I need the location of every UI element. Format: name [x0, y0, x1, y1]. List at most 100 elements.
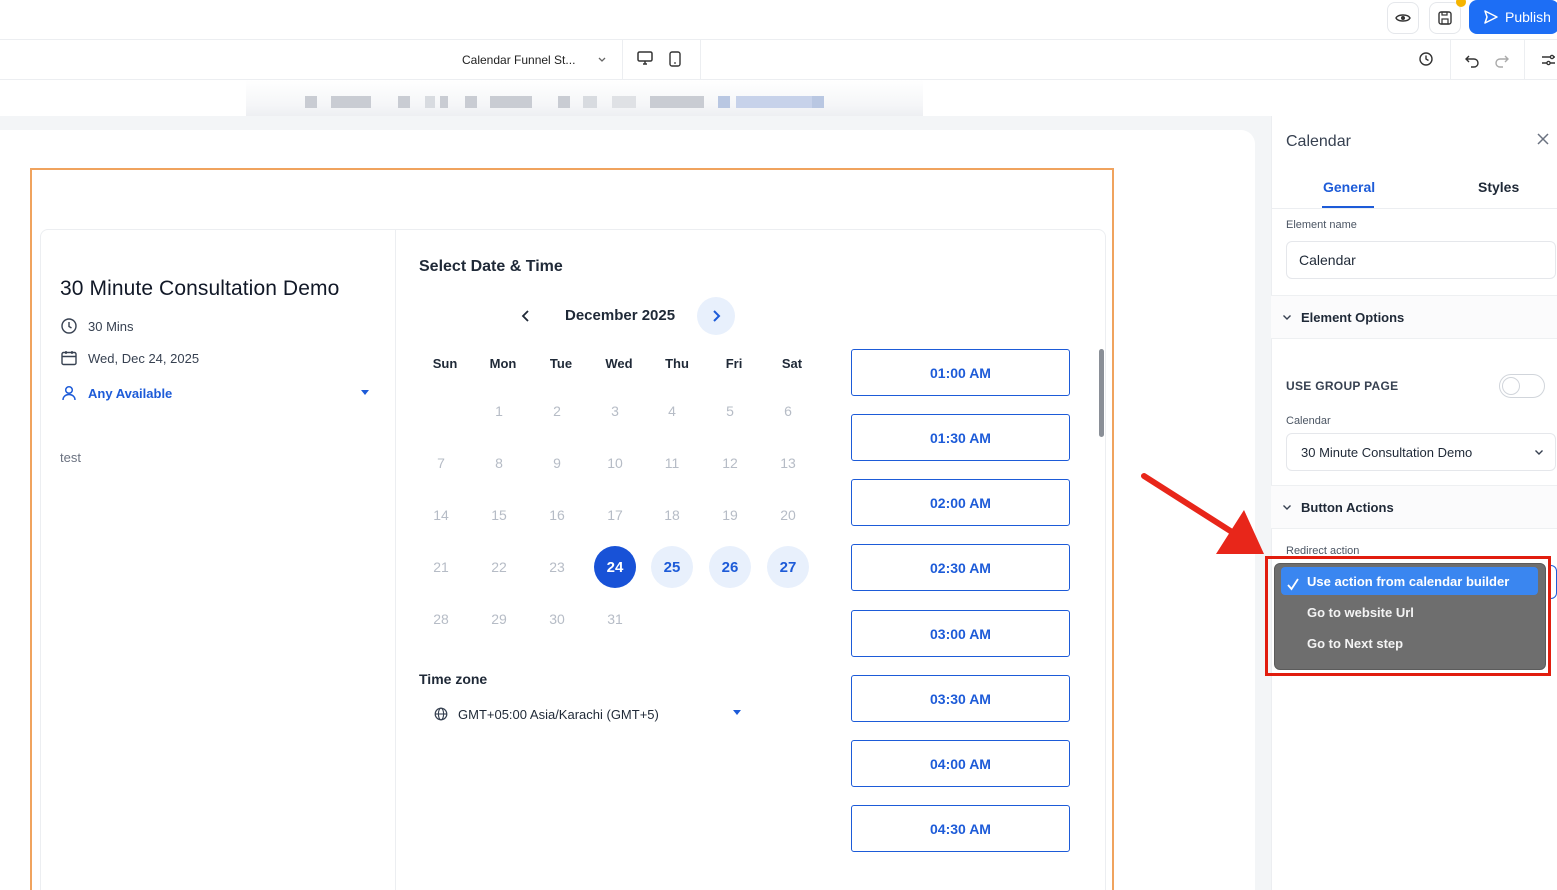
time-slot-button[interactable]: 04:30 AM [851, 805, 1070, 852]
calendar-day: 15 [491, 507, 507, 523]
time-slot-button[interactable]: 01:30 AM [851, 414, 1070, 461]
blurred-block [583, 96, 597, 108]
calendar-day: 20 [780, 507, 796, 523]
calendar-day: 14 [433, 507, 449, 523]
slots-scrollbar[interactable] [1099, 349, 1104, 437]
calendar-day: 6 [784, 403, 792, 419]
element-name-label: Element name [1286, 219, 1357, 231]
time-slot-button[interactable]: 02:00 AM [851, 479, 1070, 526]
element-name-input[interactable]: Calendar [1286, 241, 1556, 279]
calendar-day: 22 [491, 559, 507, 575]
calendar-select-label: Calendar [1286, 415, 1331, 427]
blurred-block [425, 96, 435, 108]
calendar-heading: Select Date & Time [419, 258, 563, 275]
event-title: 30 Minute Consultation Demo [60, 277, 340, 300]
weekday-label: Tue [549, 356, 573, 371]
weekday-label: Mon [489, 356, 517, 371]
timezone-label: Time zone [419, 671, 488, 687]
time-slot-button[interactable]: 02:30 AM [851, 544, 1070, 591]
use-group-page-toggle[interactable] [1499, 374, 1545, 398]
calendar-day: 8 [495, 455, 503, 471]
element-options-toggle[interactable]: Element Options [1271, 295, 1557, 339]
time-slot-button[interactable]: 03:30 AM [851, 675, 1070, 722]
calendar-day: 23 [549, 559, 565, 575]
clock-icon [61, 318, 77, 334]
chevron-down-icon [1535, 450, 1543, 455]
blurred-block [612, 96, 636, 108]
mobile-view-button[interactable] [668, 50, 686, 70]
page-selector[interactable]: Calendar Funnel St... [448, 44, 618, 76]
calendar-day: 30 [549, 611, 565, 627]
globe-icon [434, 707, 448, 721]
calendar-day: 19 [722, 507, 738, 523]
calendar-day[interactable]: 25 [651, 546, 693, 588]
calendar-day: 5 [726, 403, 734, 419]
prev-month-button[interactable] [507, 297, 545, 335]
toggle-knob [1502, 377, 1520, 395]
next-month-button[interactable] [697, 297, 735, 335]
active-tab-indicator [1322, 206, 1374, 208]
calendar-day: 18 [664, 507, 680, 523]
event-duration: 30 Mins [60, 317, 134, 335]
save-button[interactable] [1429, 2, 1461, 34]
user-icon [62, 385, 76, 401]
time-slot-button[interactable]: 04:00 AM [851, 740, 1070, 787]
send-icon [1484, 10, 1498, 24]
blurred-block [736, 96, 812, 108]
calendar-select[interactable]: 30 Minute Consultation Demo [1286, 433, 1556, 471]
redo-button[interactable] [1494, 52, 1510, 68]
highlight-box-annotation [1265, 556, 1551, 676]
blurred-block [465, 96, 477, 108]
chevron-down-icon [1283, 505, 1291, 510]
panel-title: Calendar [1286, 133, 1351, 150]
chevron-left-icon [521, 310, 529, 322]
preview-button[interactable] [1387, 2, 1419, 34]
calendar-day: 21 [433, 559, 449, 575]
element-options-label: Element Options [1301, 309, 1405, 325]
publish-label: Publish [1505, 9, 1551, 25]
calendar-day[interactable]: 27 [767, 546, 809, 588]
timezone-select[interactable]: GMT+05:00 Asia/Karachi (GMT+5) [434, 704, 744, 724]
time-slot-button[interactable]: 01:00 AM [851, 349, 1070, 396]
divider [622, 40, 623, 80]
event-description: test [60, 450, 81, 465]
mobile-icon [669, 51, 681, 67]
undo-button[interactable] [1464, 52, 1480, 68]
divider [395, 229, 396, 890]
weekday-label: Thu [665, 356, 689, 371]
calendar-icon [61, 351, 77, 366]
button-actions-toggle[interactable]: Button Actions [1271, 485, 1557, 529]
blurred-block [718, 96, 730, 108]
close-button[interactable] [1536, 130, 1550, 151]
blurred-block [331, 96, 371, 108]
event-date: Wed, Dec 24, 2025 [60, 349, 199, 367]
calendar-day[interactable]: 26 [709, 546, 751, 588]
calendar-day: 2 [553, 403, 561, 419]
calendar-day: 10 [607, 455, 623, 471]
calendar-day: 7 [437, 455, 445, 471]
calendar-day: 3 [611, 403, 619, 419]
divider [1450, 40, 1451, 80]
blurred-block [490, 96, 532, 108]
calendar-day: 29 [491, 611, 507, 627]
page-selector-label: Calendar Funnel St... [462, 53, 576, 67]
settings-button[interactable] [1540, 52, 1557, 68]
caret-down-icon [361, 390, 369, 395]
calendar-day: 12 [722, 455, 738, 471]
divider [1271, 208, 1557, 209]
calendar-select-value: 30 Minute Consultation Demo [1301, 444, 1473, 460]
tab-styles[interactable]: Styles [1478, 179, 1519, 195]
desktop-view-button[interactable] [636, 50, 658, 70]
blurred-block [558, 96, 570, 108]
staff-selector[interactable]: Any Available [60, 384, 372, 402]
button-actions-label: Button Actions [1301, 499, 1394, 515]
staff-text: Any Available [88, 385, 173, 401]
calendar-day: 31 [607, 611, 623, 627]
calendar-day: 4 [668, 403, 676, 419]
publish-button[interactable]: Publish [1469, 0, 1557, 34]
time-slot-button[interactable]: 03:00 AM [851, 610, 1070, 657]
calendar-day[interactable]: 24 [594, 546, 636, 588]
history-button[interactable] [1418, 51, 1436, 69]
tab-general[interactable]: General [1323, 179, 1375, 195]
chevron-down-icon [598, 57, 606, 62]
